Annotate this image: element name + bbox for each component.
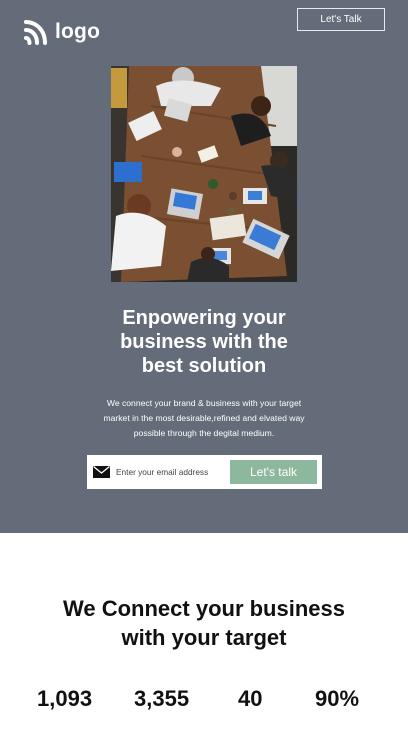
email-input[interactable] [116,461,224,483]
logo-text: logo [55,20,101,43]
connect-title-line: We Connect your business [63,596,345,621]
email-signup-form: Let's talk [87,455,322,489]
description-line: possible through the degital medium. [133,428,275,438]
stat-value: 40 [238,686,263,711]
description-line: We connect your brand & business with yo… [106,398,302,408]
hero-description: We connect your brand & business with yo… [84,396,324,441]
headline-line: Enpowering your [122,307,286,329]
logo[interactable]: logo [23,18,100,46]
mail-icon [93,466,110,478]
rss-logo-icon [24,20,47,45]
connect-section-title: We Connect your business with your targe… [0,594,408,652]
hero-headline: Enpowering your business with the best s… [0,306,408,378]
hero-photo [111,66,297,282]
stat-value: 90% [315,686,360,711]
description-line: market in the most desirable,refined and… [103,413,305,423]
lets-talk-nav-button[interactable]: Let's Talk [297,8,385,31]
headline-line: best solution [141,355,267,377]
hero-section: logo Let's Talk Enpowering your business… [0,0,408,533]
lets-talk-submit-button[interactable]: Let's talk [230,460,317,484]
stat-value: 3,355 [134,686,190,711]
stats-row: 1,093 3,355 40 90% [0,684,408,716]
connect-title-line: with your target [121,625,287,650]
headline-line: business with the [120,331,288,353]
stat-value: 1,093 [37,686,93,711]
team-meeting-photo [111,66,297,282]
